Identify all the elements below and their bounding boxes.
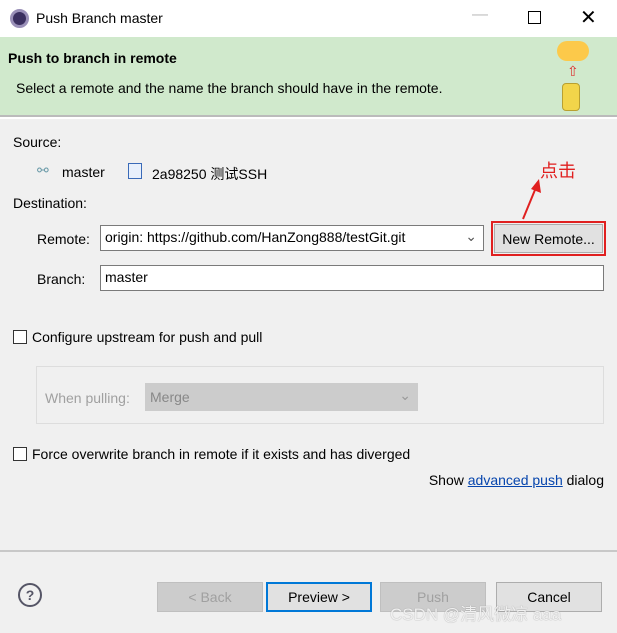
force-checkbox[interactable]	[13, 447, 27, 461]
when-pulling-label: When pulling:	[45, 390, 130, 406]
force-label: Force overwrite branch in remote if it e…	[32, 446, 411, 462]
maximize-button[interactable]	[528, 11, 541, 24]
new-remote-button[interactable]: New Remote...	[494, 224, 603, 253]
annotation-text: 点击	[540, 161, 576, 181]
advanced-prefix: Show	[428, 472, 464, 488]
advanced-push-link[interactable]: advanced push	[468, 472, 563, 488]
branch-input[interactable]: master	[100, 265, 604, 291]
eclipse-icon	[10, 9, 29, 28]
annotation-arrow	[522, 179, 541, 220]
banner-description: Select a remote and the name the branch …	[16, 80, 443, 96]
banner-title: Push to branch in remote	[8, 50, 177, 66]
dialog-body: Source: ⚯ master 2a98250 测试SSH 点击 Destin…	[0, 119, 617, 633]
advanced-suffix: dialog	[566, 472, 604, 488]
branch-icon: ⚯	[37, 162, 49, 178]
title-bar: Push Branch master — ✕	[0, 0, 617, 37]
new-remote-label: New Remote...	[502, 230, 595, 247]
chevron-down-icon: ⌄	[399, 387, 411, 403]
remote-select[interactable]: origin: https://github.com/HanZong888/te…	[100, 225, 484, 251]
advanced-push-text: Show advanced push dialog	[429, 472, 604, 488]
close-button[interactable]: ✕	[580, 5, 597, 30]
header-banner: Push to branch in remote Select a remote…	[0, 37, 617, 117]
remote-value: origin: https://github.com/HanZong888/te…	[105, 229, 406, 245]
preview-label: Preview >	[288, 589, 350, 605]
minimize-button[interactable]: —	[472, 6, 488, 24]
window-title: Push Branch master	[36, 10, 163, 26]
source-commit: 2a98250 测试SSH	[152, 166, 268, 182]
chevron-down-icon: ⌄	[465, 228, 477, 244]
destination-label: Destination:	[13, 195, 87, 211]
source-branch: master	[62, 164, 105, 180]
remote-label: Remote:	[37, 231, 90, 247]
preview-button[interactable]: Preview >	[266, 582, 372, 612]
push-cloud-icon: ⇧	[555, 41, 591, 113]
footer-divider	[0, 550, 617, 552]
upstream-checkbox[interactable]	[13, 330, 27, 344]
back-label: < Back	[188, 589, 232, 605]
when-pulling-value: Merge	[150, 389, 190, 405]
upstream-label: Configure upstream for push and pull	[32, 329, 263, 345]
branch-label: Branch:	[37, 271, 86, 287]
when-pulling-select[interactable]: Merge ⌄	[145, 383, 418, 411]
source-label: Source:	[13, 134, 62, 150]
back-button[interactable]: < Back	[157, 582, 263, 612]
commit-icon	[128, 163, 142, 179]
help-icon[interactable]: ?	[18, 583, 42, 607]
watermark: CSDN @清风微凉 aaa	[390, 605, 562, 624]
branch-value: master	[105, 269, 148, 285]
